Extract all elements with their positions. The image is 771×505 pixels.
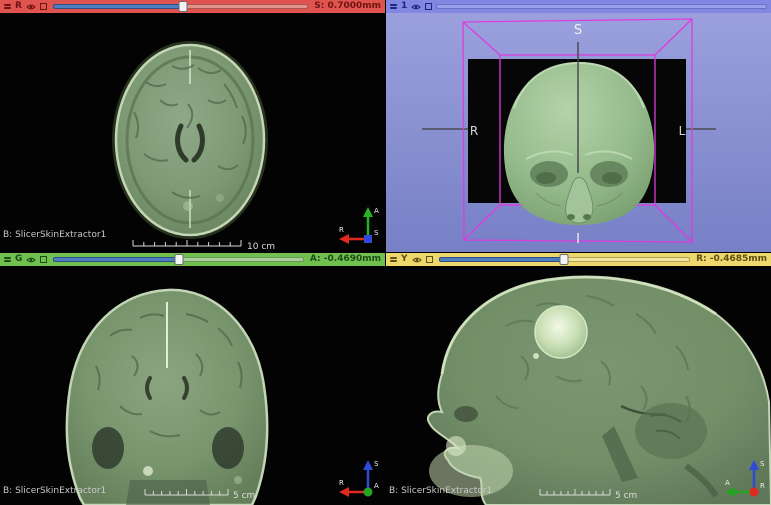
view-menu-icon[interactable] [425,256,433,263]
sagittal-controller-bar: Y R: -0.4685mm [386,253,771,266]
axis-origin-label: R [760,482,765,490]
axis-origin-label: A [374,482,379,490]
visibility-eye-icon[interactable] [26,3,36,11]
axis-up-label: S [760,460,765,468]
slider-filled-track [52,4,184,9]
axial-controller-bar: R S: 0.7000mm [0,0,385,13]
visibility-eye-icon[interactable] [411,3,421,11]
slice-offset-slider[interactable] [52,1,309,12]
threeD-controller-bar: 1 [386,0,771,13]
viewport-3d: 1 S R L I [386,0,771,252]
view-label: G [15,254,23,264]
corner-label: B: SlicerSkinExtractor1 [3,230,106,240]
visibility-eye-icon[interactable] [411,256,422,264]
corner-label: B: SlicerSkinExtractor1 [3,486,106,496]
view-label: R [15,1,22,11]
slice-offset-value: R: -0.4685mm [696,254,767,264]
axis-left-label: A [725,479,730,487]
ruler-label: 5 cm [615,491,637,501]
orientation-letter-inferior: I [576,232,580,247]
sagittal-slice-canvas[interactable]: B: SlicerSkinExtractor1 5 cm S A R [386,266,771,505]
slice-slider-handle[interactable] [559,254,569,265]
axis-left-label: R [339,226,344,234]
slice-offset-slider[interactable] [53,254,304,265]
coronal-slice-canvas[interactable]: B: SlicerSkinExtractor1 5 cm S R A [0,266,385,505]
viewport-axial: R S: 0.7000mm B: SlicerSkinExtractor1 10… [0,0,385,252]
view-menu-icon[interactable] [425,3,433,10]
four-up-layout: R S: 0.7000mm B: SlicerSkinExtractor1 10… [0,0,771,505]
view-label: Y [401,254,408,264]
orientation-letter-right: R [470,124,478,138]
slider-filled-track [53,257,179,262]
slider-filled-track [438,257,565,262]
viewport-sagittal: Y R: -0.4685mm B: SlicerSkinExtractor1 5… [386,253,771,505]
pin-icon[interactable] [4,256,11,263]
view-menu-icon[interactable] [39,3,47,10]
axis-up-label: S [374,460,379,468]
pin-icon[interactable] [390,256,397,263]
view-label: 1 [401,1,408,11]
slider-empty-track [183,4,309,9]
slice-offset-slider[interactable] [438,254,691,265]
slider-empty-track [178,257,304,262]
axial-slice-canvas[interactable]: B: SlicerSkinExtractor1 10 cm A R S [0,13,385,252]
tumor-mass [534,305,588,359]
ruler-label: 10 cm [247,242,275,252]
threeD-bar-track [436,4,767,9]
axis-origin-label: S [374,229,379,237]
orientation-letter-left: L [679,124,686,138]
pin-icon[interactable] [4,3,11,10]
axis-up-label: A [374,207,379,215]
slice-slider-handle[interactable] [178,1,188,12]
view-menu-icon[interactable] [40,256,48,263]
corner-label: B: SlicerSkinExtractor1 [389,486,492,496]
viewport-coronal: G A: -0.4690mm B: SlicerSkinExtractor1 5… [0,253,385,505]
slice-offset-value: S: 0.7000mm [314,1,381,11]
threeD-scene-canvas[interactable]: S R L I [386,13,771,252]
orientation-letter-superior: S [574,23,582,38]
axis-left-label: R [339,479,344,487]
slice-offset-value: A: -0.4690mm [309,254,381,264]
slice-slider-handle[interactable] [174,254,184,265]
axial-brain-image [112,41,268,239]
pin-icon[interactable] [390,3,397,10]
skin-surface-model [503,61,655,225]
visibility-eye-icon[interactable] [26,256,37,264]
coronal-controller-bar: G A: -0.4690mm [0,253,385,266]
ruler-label: 5 cm [233,491,255,501]
slider-empty-track [564,257,691,262]
